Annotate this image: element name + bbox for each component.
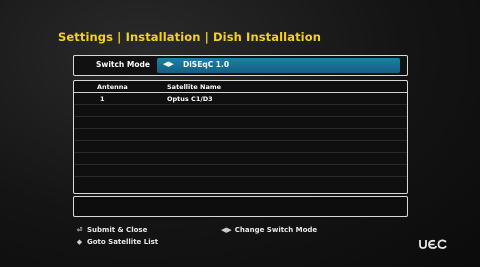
left-right-arrows-icon: ◀▶ — [221, 226, 232, 234]
satellite-list[interactable]: Antenna Satellite Name 1 Optus C1/D3 — [73, 80, 408, 194]
table-row[interactable]: 1 Optus C1/D3 — [74, 93, 407, 105]
back-key-icon: ⏎ — [76, 226, 83, 234]
menu-key-icon: ◆ — [76, 238, 83, 246]
table-row-empty — [74, 153, 407, 165]
satellite-list-header: Antenna Satellite Name — [74, 81, 407, 93]
help-submit-close: ⏎ Submit & Close — [76, 226, 148, 234]
table-row-empty — [74, 141, 407, 153]
table-row-empty — [74, 129, 407, 141]
switch-mode-value: DiSEqC 1.0 — [183, 60, 230, 69]
switch-mode-label: Switch Mode — [96, 60, 150, 69]
page-title: Settings | Installation | Dish Installat… — [58, 30, 321, 44]
table-row-empty — [74, 117, 407, 129]
column-antenna: Antenna — [97, 83, 128, 91]
left-right-arrows-icon: ◀▶ — [163, 60, 174, 68]
switch-mode-selector[interactable]: ◀▶ DiSEqC 1.0 — [157, 58, 400, 73]
antenna-cell: 1 — [100, 95, 105, 103]
table-row-empty — [74, 177, 407, 188]
table-row-empty — [74, 105, 407, 117]
help-goto-satellite-list: ◆ Goto Satellite List — [76, 238, 159, 246]
info-panel — [73, 196, 408, 217]
brand-logo — [419, 239, 447, 249]
help-change-switch-mode: ◀▶ Change Switch Mode — [221, 226, 318, 234]
switch-mode-row[interactable]: Switch Mode ◀▶ DiSEqC 1.0 — [73, 55, 408, 76]
table-row-empty — [74, 165, 407, 177]
satellite-name-cell: Optus C1/D3 — [167, 95, 213, 103]
column-satellite-name: Satellite Name — [167, 83, 222, 91]
